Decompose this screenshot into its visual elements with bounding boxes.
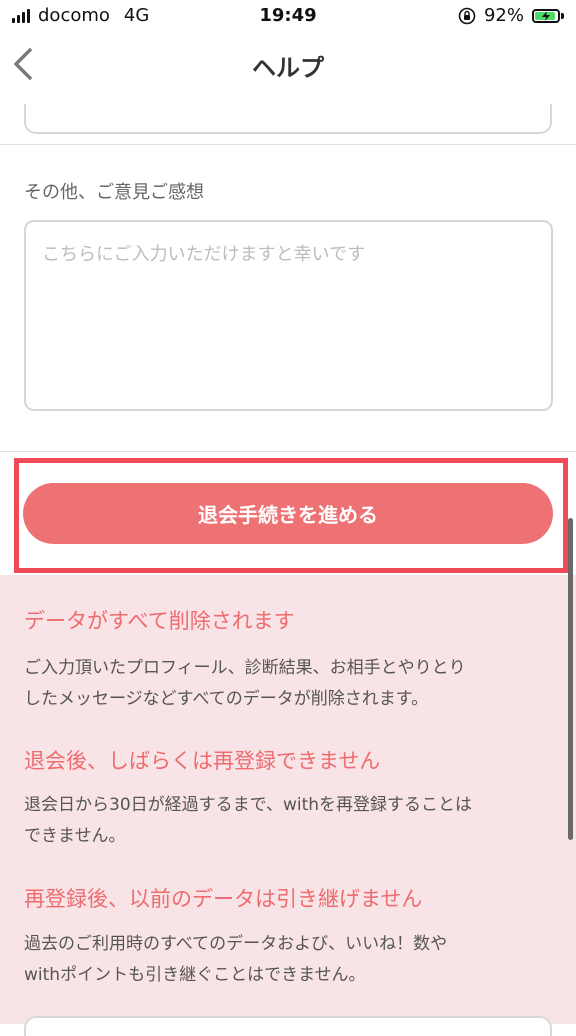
notice-body-line: 退会日から30日が経過するまで、withを再登録することは [24, 795, 473, 815]
withdraw-button[interactable]: 退会手続きを進める [23, 483, 553, 544]
feedback-textarea[interactable] [24, 220, 553, 411]
notice-body-line: withポイントも引き継ぐことはできません。 [24, 965, 366, 985]
feedback-label: その他、ご意見ご感想 [24, 182, 204, 203]
battery-charging-icon [532, 8, 564, 23]
notice-heading: 退会後、しばらくは再登録できません [24, 749, 381, 773]
navigation-bar: ヘルプ [0, 32, 576, 134]
notice-body-line: できません。 [24, 826, 126, 846]
page-title: ヘルプ [252, 54, 324, 82]
notice-body: ご入力頂いたプロフィール、診断結果、お相手とやりとり したメッセージなどすべての… [24, 653, 548, 715]
notice-body: 過去のご利用時のすべてのデータおよび、いいね！数や withポイントも引き継ぐこ… [24, 929, 548, 991]
notice-body-line: ご入力頂いたプロフィール、診断結果、お相手とやりとり [24, 658, 466, 678]
withdraw-notice: データがすべて削除されます ご入力頂いたプロフィール、診断結果、お相手とやりとり… [0, 575, 576, 1024]
section-divider [0, 144, 576, 145]
scrollbar[interactable] [568, 518, 573, 840]
notice-body: 退会日から30日が経過するまで、withを再登録することは できません。 [24, 790, 548, 852]
notice-body-line: したメッセージなどすべてのデータが削除されます。 [24, 689, 429, 709]
notice-body-line: 過去のご利用時のすべてのデータおよび、いいね！数や [24, 934, 448, 954]
orientation-lock-icon [458, 7, 476, 24]
next-field-edge [24, 1016, 552, 1036]
previous-field-edge [24, 104, 552, 134]
status-bar: docomo 4G 19:49 92% [0, 0, 576, 32]
notice-heading: 再登録後、以前のデータは引き継げません [24, 887, 423, 911]
section-divider [0, 451, 576, 452]
notice-heading: データがすべて削除されます [24, 609, 295, 633]
status-right: 92% [458, 5, 564, 26]
battery-percent: 92% [483, 5, 524, 26]
